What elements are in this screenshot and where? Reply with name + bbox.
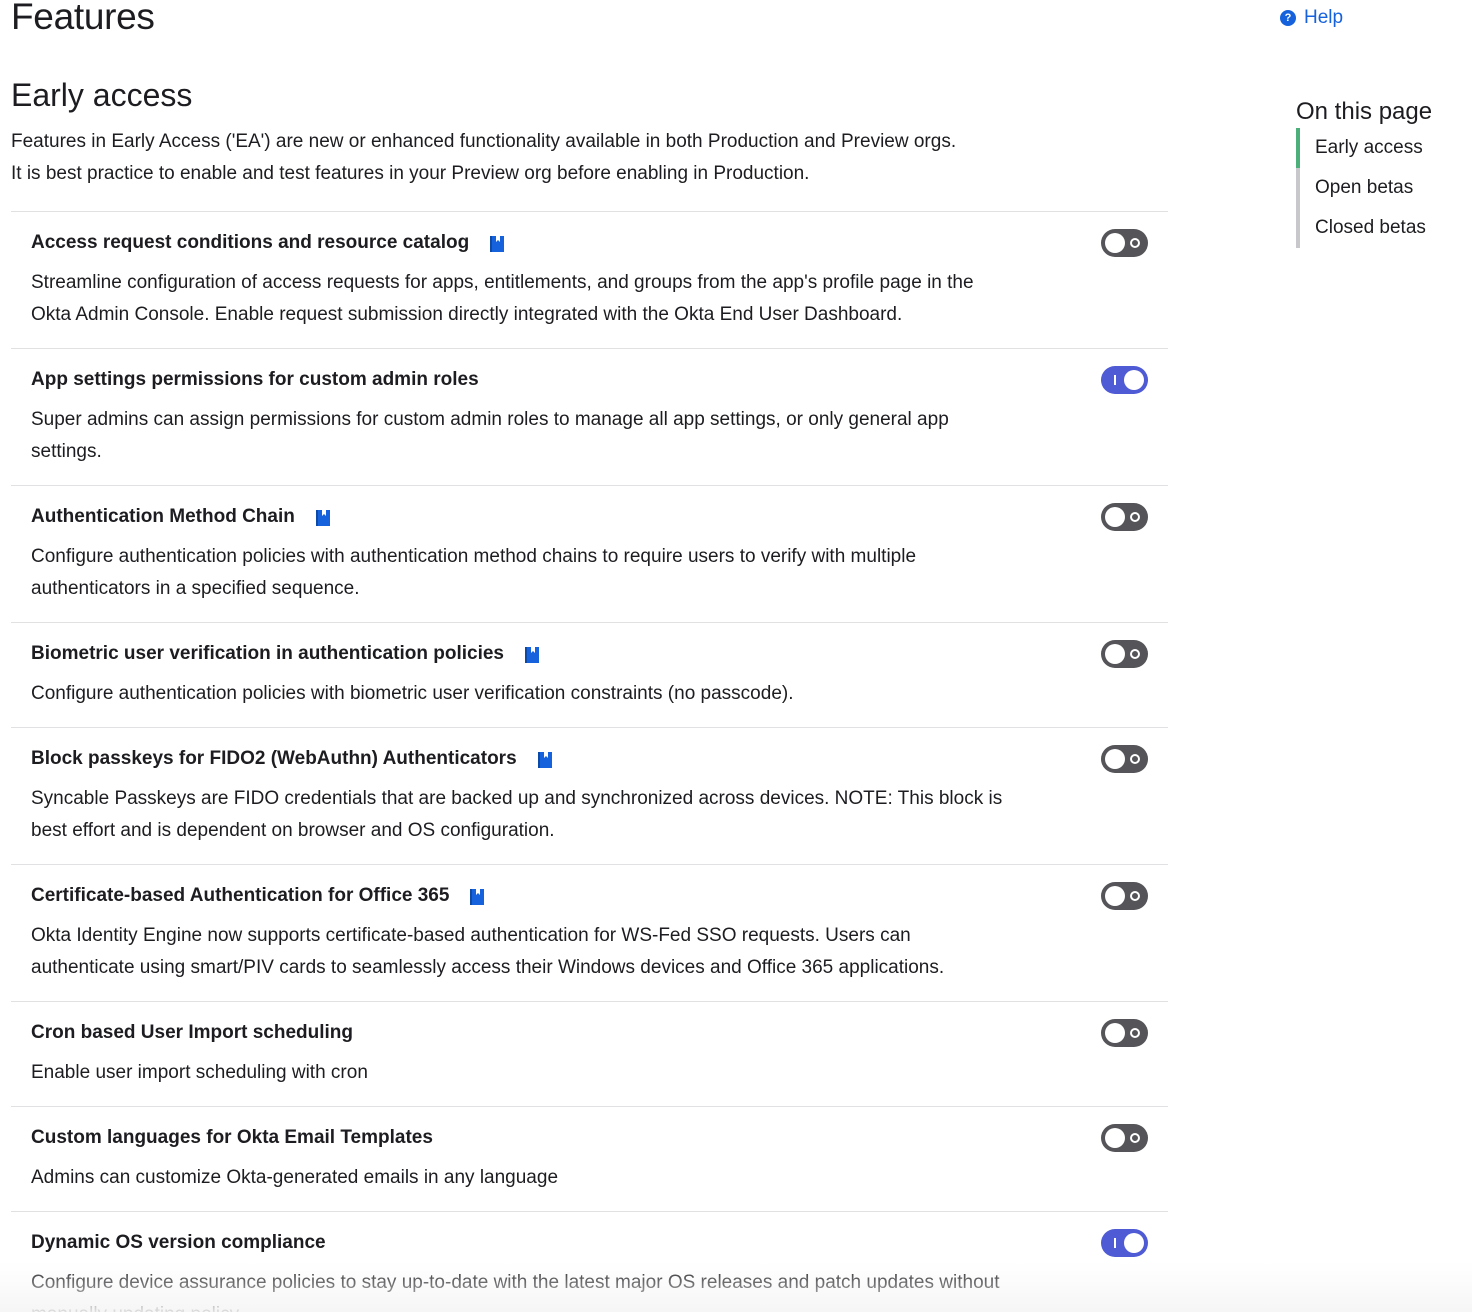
feature-name-row: Block passkeys for FIDO2 (WebAuthn) Auth… — [31, 747, 1168, 771]
toggle-off-mark-icon — [1130, 1133, 1140, 1143]
toggle-knob — [1124, 1233, 1144, 1253]
feature-row: Cron based User Import scheduling Enable … — [11, 1001, 1168, 1106]
question-circle-icon: ? — [1280, 10, 1296, 26]
documentation-book-icon[interactable] — [489, 234, 505, 253]
feature-toggle-off[interactable] — [1101, 882, 1148, 910]
toggle-knob — [1105, 749, 1125, 769]
toggle-knob — [1105, 1023, 1125, 1043]
toc-item-open-betas[interactable]: Open betas — [1300, 168, 1466, 208]
section-description-line: Features in Early Access ('EA') are new … — [11, 131, 957, 152]
toggle-off-mark-icon — [1130, 238, 1140, 248]
toc-list: Early access Open betas Closed betas — [1296, 128, 1466, 248]
feature-description: Configure device assurance policies to s… — [31, 1272, 1000, 1312]
toc-title: On this page — [1296, 98, 1433, 125]
feature-name-row: Dynamic OS version compliance — [31, 1231, 1168, 1255]
feature-row: Block passkeys for FIDO2 (WebAuthn) Auth… — [11, 727, 1168, 864]
feature-name: Dynamic OS version compliance — [31, 1232, 326, 1253]
feature-toggle-off[interactable] — [1101, 745, 1148, 773]
toggle-off-mark-icon — [1130, 891, 1140, 901]
toggle-off-mark-icon — [1130, 649, 1140, 659]
documentation-book-icon[interactable] — [537, 750, 553, 769]
feature-name: Certificate-based Authentication for Off… — [31, 885, 450, 906]
feature-name: Cron based User Import scheduling — [31, 1022, 353, 1043]
feature-name-row: App settings permissions for custom admi… — [31, 368, 1168, 392]
feature-name-row: Authentication Method Chain — [31, 505, 1168, 529]
feature-name-row: Custom languages for Okta Email Template… — [31, 1126, 1168, 1150]
feature-name-row: Certificate-based Authentication for Off… — [31, 884, 1168, 908]
feature-description: Okta Identity Engine now supports certif… — [31, 925, 945, 978]
feature-description: Configure authentication policies with a… — [31, 546, 917, 599]
feature-row: Access request conditions and resource c… — [11, 211, 1168, 348]
feature-toggle-off[interactable] — [1101, 1019, 1148, 1047]
section-title: Early access — [11, 77, 193, 113]
feature-name: App settings permissions for custom admi… — [31, 369, 479, 390]
page-title: Features — [11, 0, 155, 37]
feature-description: Syncable Passkeys are FIDO credentials t… — [31, 788, 1003, 841]
feature-row: Dynamic OS version compliance Configure d… — [11, 1211, 1168, 1312]
toggle-off-mark-icon — [1130, 754, 1140, 764]
toggle-knob — [1105, 233, 1125, 253]
feature-description: Admins can customize Okta-generated emai… — [31, 1167, 559, 1188]
toggle-off-mark-icon — [1130, 1028, 1140, 1038]
feature-row: Authentication Method Chain Configure aut… — [11, 485, 1168, 622]
feature-description: Enable user import scheduling with cron — [31, 1062, 368, 1083]
section-description-line: It is best practice to enable and test f… — [11, 163, 810, 184]
feature-description: Configure authentication policies with b… — [31, 683, 794, 704]
toc-item-closed-betas[interactable]: Closed betas — [1300, 208, 1466, 248]
feature-row: Custom languages for Okta Email Template… — [11, 1106, 1168, 1211]
help-link[interactable]: ? Help — [1280, 7, 1343, 29]
feature-name-row: Biometric user verification in authentic… — [31, 642, 1168, 666]
toggle-knob — [1124, 370, 1144, 390]
feature-name-row: Access request conditions and resource c… — [31, 231, 1168, 255]
feature-toggle-off[interactable] — [1101, 1124, 1148, 1152]
documentation-book-icon[interactable] — [469, 887, 485, 906]
toggle-on-mark-icon — [1114, 375, 1116, 385]
documentation-book-icon[interactable] — [315, 508, 331, 527]
feature-description: Super admins can assign permissions for … — [31, 409, 949, 462]
documentation-book-icon[interactable] — [524, 645, 540, 664]
feature-name: Biometric user verification in authentic… — [31, 643, 504, 664]
toc-item-early-access[interactable]: Early access — [1296, 128, 1466, 168]
feature-toggle-on[interactable] — [1101, 366, 1148, 394]
feature-name: Access request conditions and resource c… — [31, 232, 470, 253]
feature-toggle-off[interactable] — [1101, 503, 1148, 531]
feature-list: Access request conditions and resource c… — [11, 211, 1168, 1312]
on-this-page-nav: On this page Early access Open betas Clo… — [1296, 96, 1466, 248]
toggle-off-mark-icon — [1130, 512, 1140, 522]
features-page: Features ? Help Early access Features in… — [0, 0, 1472, 1312]
feature-name: Custom languages for Okta Email Template… — [31, 1127, 433, 1148]
toggle-knob — [1105, 886, 1125, 906]
feature-row: App settings permissions for custom admi… — [11, 348, 1168, 485]
feature-row: Biometric user verification in authentic… — [11, 622, 1168, 727]
feature-toggle-on[interactable] — [1101, 1229, 1148, 1257]
toggle-knob — [1105, 507, 1125, 527]
feature-name-row: Cron based User Import scheduling — [31, 1021, 1168, 1045]
feature-name: Authentication Method Chain — [31, 506, 295, 527]
toggle-on-mark-icon — [1114, 1238, 1116, 1248]
feature-name: Block passkeys for FIDO2 (WebAuthn) Auth… — [31, 748, 517, 769]
section-description: Features in Early Access ('EA') are new … — [11, 126, 1111, 190]
help-label: Help — [1304, 7, 1344, 28]
feature-row: Certificate-based Authentication for Off… — [11, 864, 1168, 1001]
feature-toggle-off[interactable] — [1101, 640, 1148, 668]
toggle-knob — [1105, 1128, 1125, 1148]
feature-description: Streamline configuration of access reque… — [31, 272, 974, 325]
toggle-knob — [1105, 644, 1125, 664]
feature-toggle-off[interactable] — [1101, 229, 1148, 257]
